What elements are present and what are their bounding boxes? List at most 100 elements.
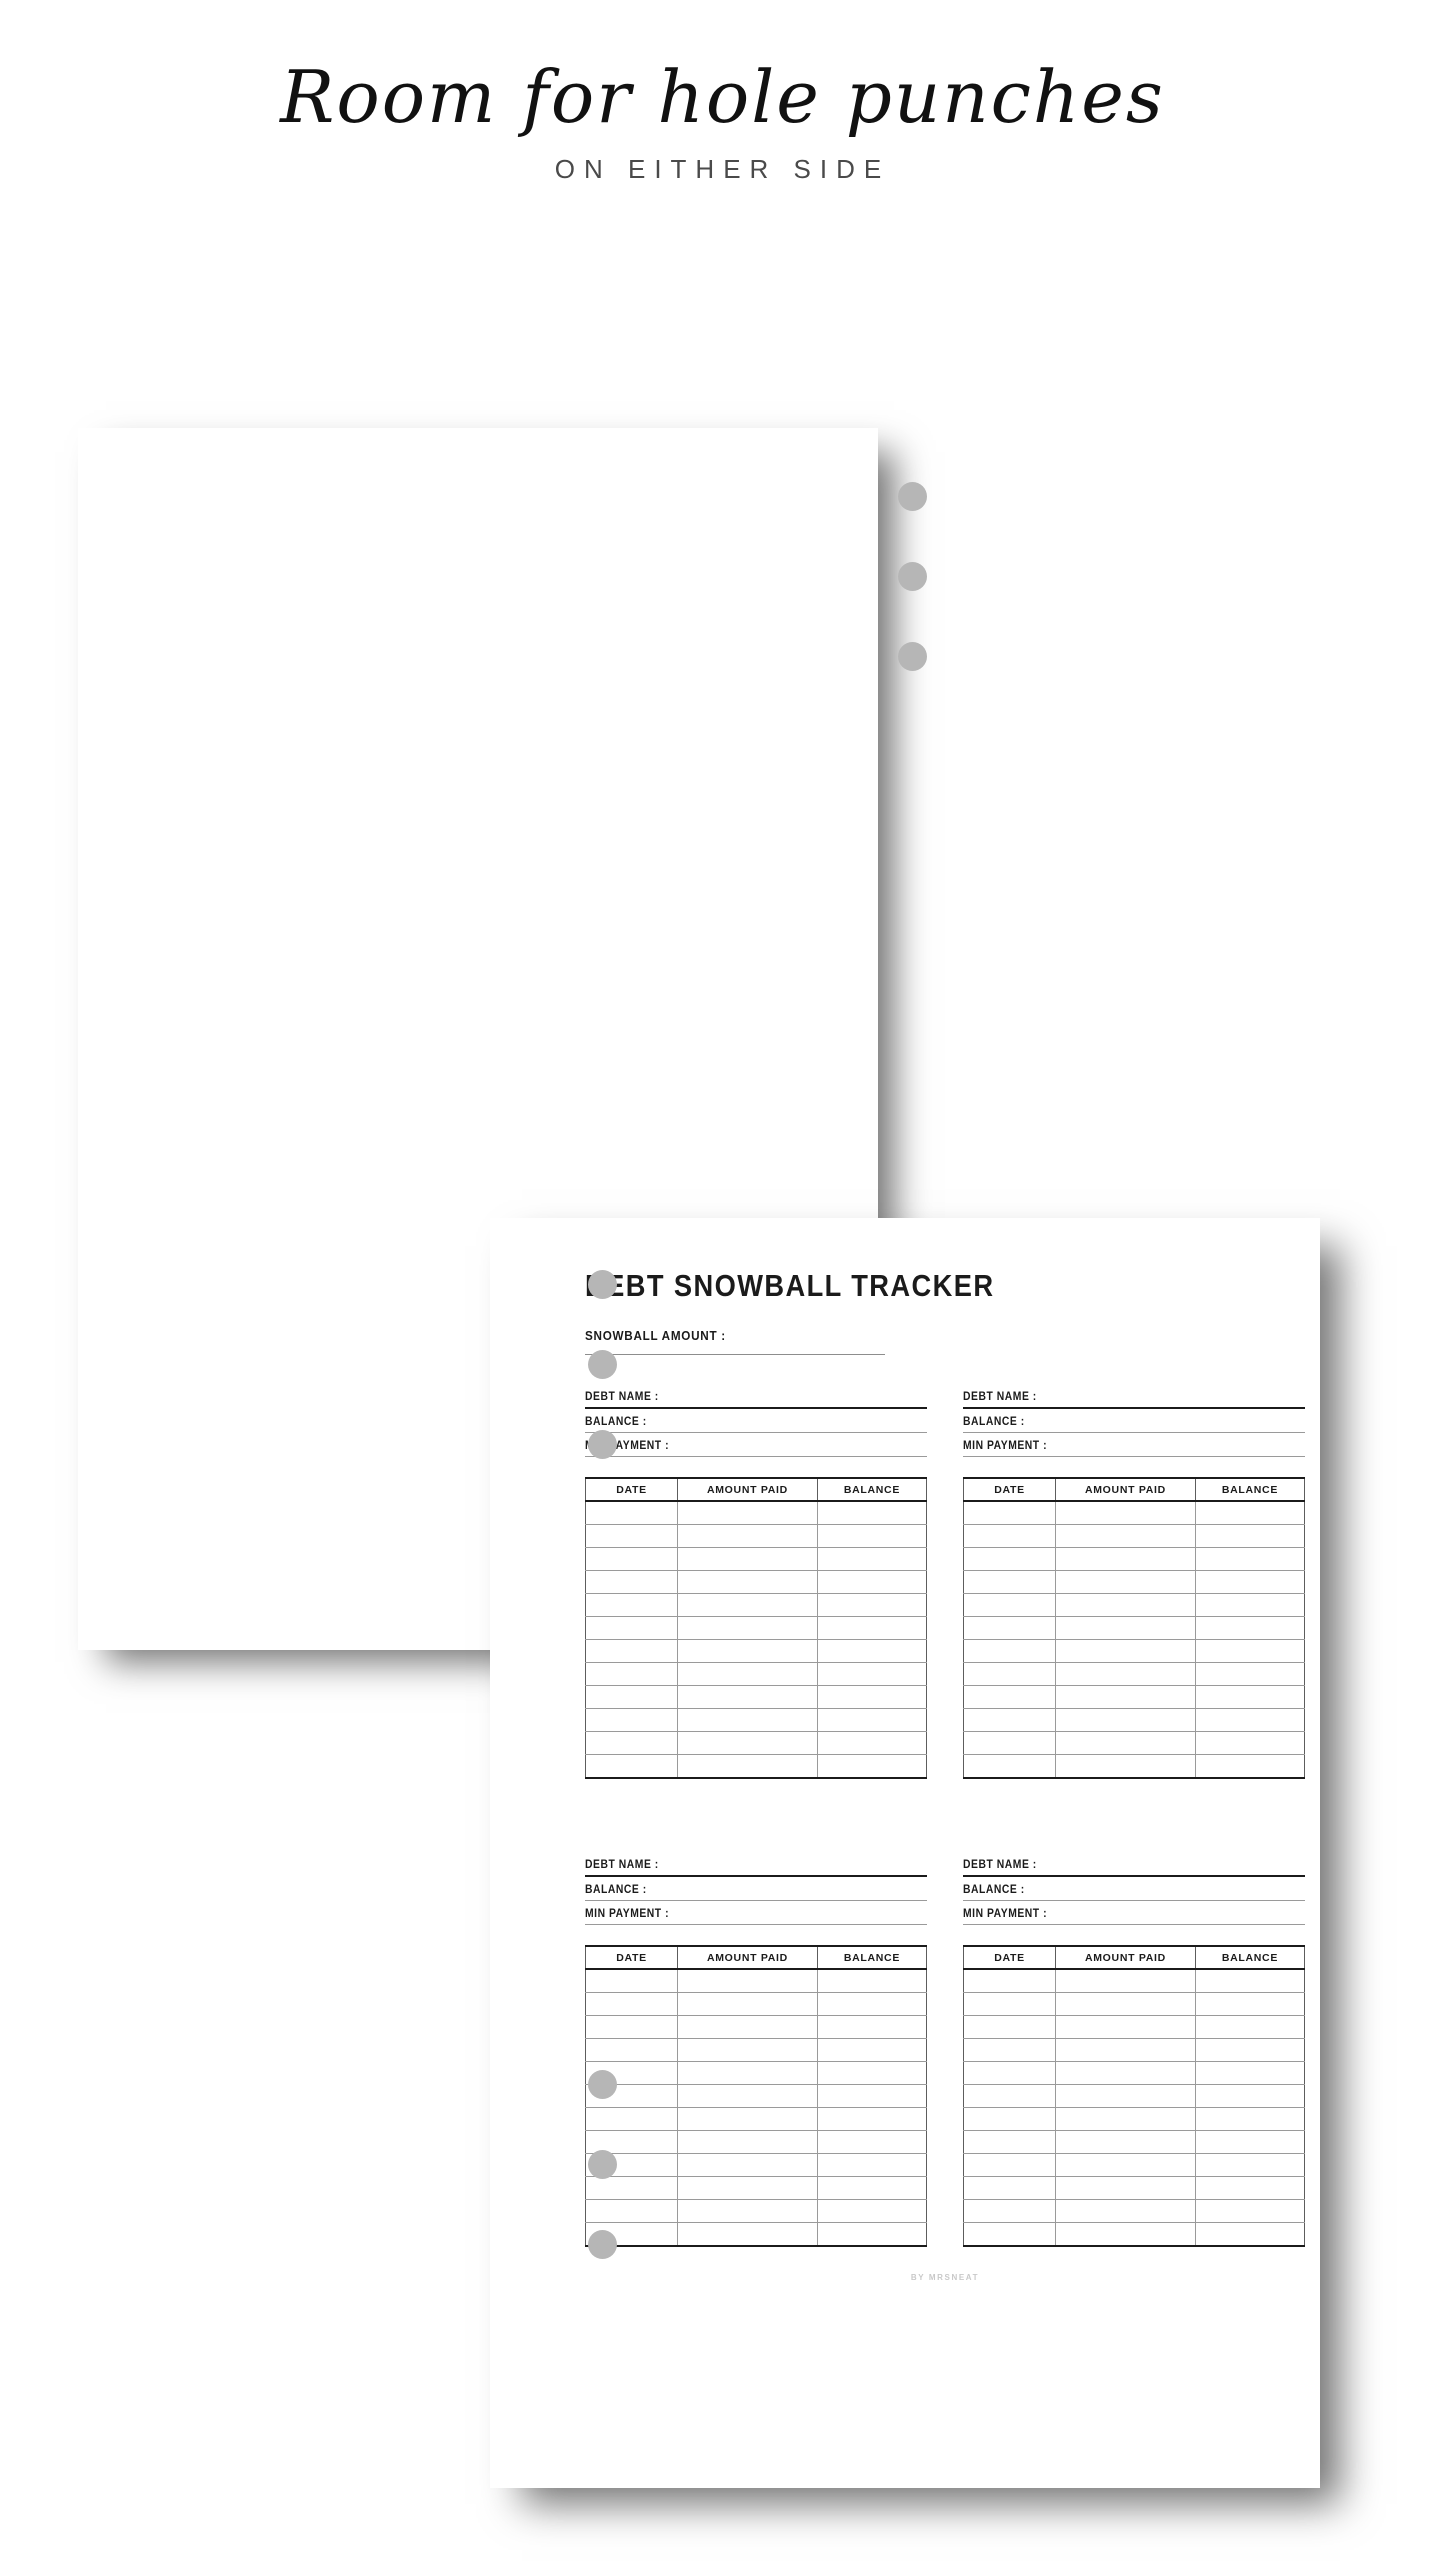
cell-balance[interactable] [816,1524,928,1548]
cell-amount-paid[interactable] [677,1662,818,1686]
table-row[interactable] [962,2084,1306,2108]
cell-date[interactable] [584,2038,679,2062]
cell-date[interactable] [962,1708,1057,1732]
cell-amount-paid[interactable] [677,2107,818,2131]
cell-balance[interactable] [816,2130,928,2154]
cell-balance[interactable] [1194,2061,1306,2085]
min-payment-rule[interactable] [585,1924,927,1925]
cell-amount-paid[interactable] [1055,1593,1196,1617]
cell-date[interactable] [584,1593,679,1617]
cell-amount-paid[interactable] [1055,1500,1196,1525]
cell-amount-paid[interactable] [1055,1662,1196,1686]
table-row[interactable] [584,1708,928,1732]
cell-amount-paid[interactable] [1055,2222,1196,2247]
cell-amount-paid[interactable] [1055,2038,1196,2062]
table-row[interactable] [584,2015,928,2039]
cell-date[interactable] [962,1524,1057,1548]
cell-amount-paid[interactable] [677,1992,818,2016]
cell-balance[interactable] [1194,1754,1306,1779]
table-row[interactable] [584,1992,928,2016]
cell-amount-paid[interactable] [1055,1616,1196,1640]
cell-date[interactable] [962,2176,1057,2200]
cell-balance[interactable] [1194,2084,1306,2108]
cell-date[interactable] [584,1685,679,1709]
cell-date[interactable] [962,2015,1057,2039]
cell-date[interactable] [962,1968,1057,1993]
cell-balance[interactable] [1194,1570,1306,1594]
cell-balance[interactable] [1194,2153,1306,2177]
min-payment-field[interactable]: MIN PAYMENT : [963,1440,1305,1457]
cell-balance[interactable] [1194,1992,1306,2016]
cell-amount-paid[interactable] [677,2130,818,2154]
cell-balance[interactable] [816,1639,928,1663]
cell-balance[interactable] [816,1570,928,1594]
table-row[interactable] [962,2199,1306,2223]
debt-name-field[interactable]: DEBT NAME : [585,1859,927,1877]
cell-balance[interactable] [816,2038,928,2062]
cell-balance[interactable] [816,2061,928,2085]
cell-amount-paid[interactable] [677,1524,818,1548]
table-row[interactable] [962,1547,1306,1571]
cell-date[interactable] [584,1524,679,1548]
table-row[interactable] [584,1754,928,1779]
cell-balance[interactable] [816,2222,928,2247]
table-row[interactable] [584,1524,928,1548]
cell-date[interactable] [584,2015,679,2039]
payment-log-table[interactable]: DATE AMOUNT PAID BALANCE [962,1945,1306,2247]
snowball-amount-field[interactable]: SNOWBALL AMOUNT : [585,1328,885,1355]
cell-amount-paid[interactable] [677,2061,818,2085]
cell-date[interactable] [962,1593,1057,1617]
cell-amount-paid[interactable] [677,1570,818,1594]
table-row[interactable] [962,1685,1306,1709]
min-payment-field[interactable]: MIN PAYMENT : [585,1908,927,1925]
table-row[interactable] [962,1731,1306,1755]
cell-amount-paid[interactable] [1055,1992,1196,2016]
cell-date[interactable] [962,1570,1057,1594]
cell-balance[interactable] [1194,1547,1306,1571]
cell-date[interactable] [584,1570,679,1594]
cell-date[interactable] [962,2038,1057,2062]
table-row[interactable] [962,1593,1306,1617]
table-row[interactable] [962,1754,1306,1779]
table-row[interactable] [584,1731,928,1755]
cell-date[interactable] [584,1708,679,1732]
table-row[interactable] [962,1968,1306,1993]
cell-date[interactable] [962,2199,1057,2223]
cell-amount-paid[interactable] [1055,2084,1196,2108]
table-row[interactable] [962,1570,1306,1594]
cell-balance[interactable] [1194,1731,1306,1755]
cell-amount-paid[interactable] [677,1547,818,1571]
table-row[interactable] [584,2153,928,2177]
cell-balance[interactable] [1194,1662,1306,1686]
cell-balance[interactable] [1194,2015,1306,2039]
cell-balance[interactable] [816,1992,928,2016]
table-row[interactable] [962,1616,1306,1640]
balance-field[interactable]: BALANCE : [585,1416,927,1433]
cell-balance[interactable] [1194,1639,1306,1663]
cell-date[interactable] [584,1731,679,1755]
cell-date[interactable] [962,1685,1057,1709]
table-row[interactable] [962,2153,1306,2177]
cell-amount-paid[interactable] [1055,2107,1196,2131]
cell-amount-paid[interactable] [677,1731,818,1755]
cell-balance[interactable] [1194,2222,1306,2247]
cell-amount-paid[interactable] [677,1708,818,1732]
table-row[interactable] [584,2222,928,2247]
cell-date[interactable] [584,1662,679,1686]
cell-balance[interactable] [816,1754,928,1779]
cell-balance[interactable] [816,2015,928,2039]
cell-amount-paid[interactable] [1055,1731,1196,1755]
cell-balance[interactable] [816,1593,928,1617]
cell-amount-paid[interactable] [1055,1547,1196,1571]
table-row[interactable] [962,1524,1306,1548]
balance-field[interactable]: BALANCE : [963,1416,1305,1433]
cell-balance[interactable] [816,2176,928,2200]
balance-rule[interactable] [585,1432,927,1433]
cell-balance[interactable] [816,1731,928,1755]
cell-amount-paid[interactable] [1055,2153,1196,2177]
cell-balance[interactable] [1194,2038,1306,2062]
cell-date[interactable] [962,1731,1057,1755]
cell-date[interactable] [962,1662,1057,1686]
cell-balance[interactable] [816,1968,928,1993]
cell-date[interactable] [962,1547,1057,1571]
